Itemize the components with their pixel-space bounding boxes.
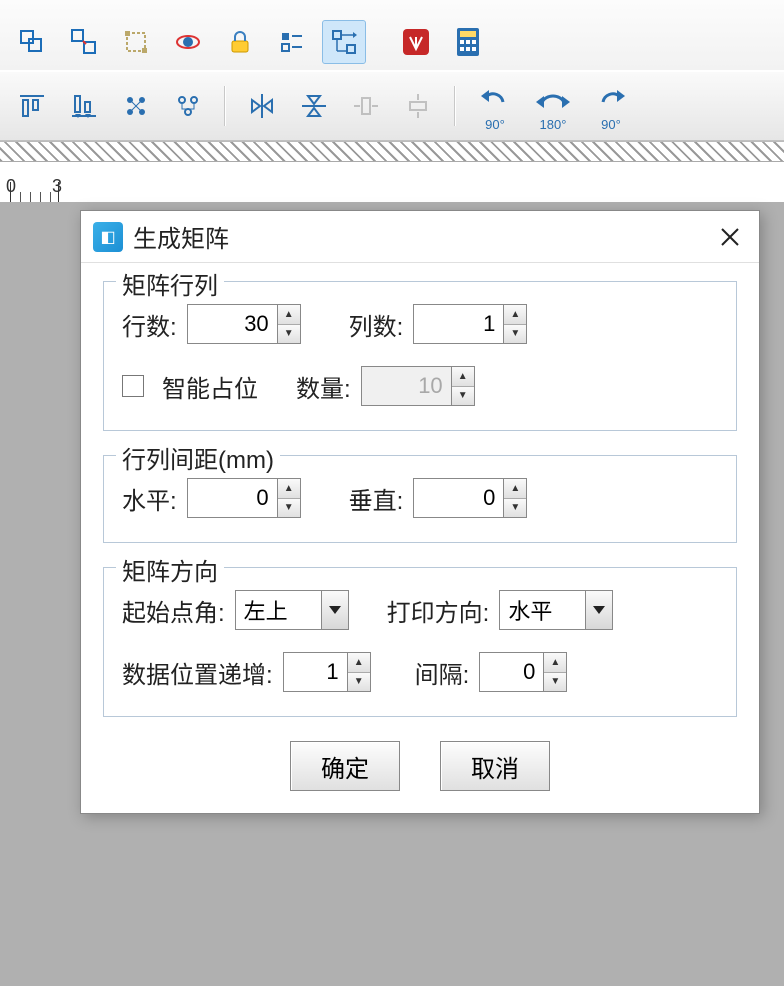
mirror-h-icon[interactable] <box>240 84 284 128</box>
lock-icon[interactable] <box>218 20 262 64</box>
rotate-left-90-label: 90° <box>470 117 520 132</box>
matrix-rowcol-legend: 矩阵行列 <box>116 266 224 301</box>
ruler-strip: 0 3 <box>0 141 784 201</box>
incr-label: 数据位置递增: <box>122 655 273 690</box>
ok-button[interactable]: 确定 <box>290 741 400 791</box>
qty-down: ▼ <box>452 387 474 406</box>
dialog-button-row: 确定 取消 <box>103 741 737 791</box>
rows-up[interactable]: ▲ <box>278 305 300 325</box>
align-top-icon[interactable] <box>10 84 54 128</box>
transform-icon[interactable] <box>114 20 158 64</box>
direction-section: 矩阵方向 起始点角: 打印方向: 数据位置递增: ▲▼ <box>103 567 737 717</box>
rotate-180-label: 180° <box>528 117 578 132</box>
qty-up: ▲ <box>452 367 474 387</box>
dialog-titlebar: ◧ 生成矩阵 <box>81 211 759 263</box>
toolbar-row-1 <box>0 0 784 70</box>
align-bottom-icon[interactable] <box>62 84 106 128</box>
close-icon <box>720 227 740 247</box>
hspace-spinner[interactable]: ▲▼ <box>187 478 301 518</box>
mirror-v-icon[interactable] <box>292 84 336 128</box>
direction-legend: 矩阵方向 <box>116 552 224 587</box>
start-corner-input[interactable] <box>235 590 321 630</box>
fit-width-icon[interactable] <box>344 84 388 128</box>
hspace-down[interactable]: ▼ <box>278 499 300 518</box>
qty-label: 数量: <box>296 369 351 404</box>
cols-up[interactable]: ▲ <box>504 305 526 325</box>
smart-checkbox[interactable] <box>122 375 144 397</box>
generate-matrix-dialog: ◧ 生成矩阵 矩阵行列 行数: ▲▼ 列数: ▲▼ <box>80 210 760 814</box>
matrix-rowcol-section: 矩阵行列 行数: ▲▼ 列数: ▲▼ 智能占位 数量: <box>103 281 737 431</box>
spacing-section: 行列间距(mm) 水平: ▲▼ 垂直: ▲▼ <box>103 455 737 543</box>
qty-input <box>361 366 451 406</box>
rows-down[interactable]: ▼ <box>278 325 300 344</box>
list-toggle-icon[interactable] <box>270 20 314 64</box>
rotate-right-90-label: 90° <box>586 117 636 132</box>
print-dir-label: 打印方向: <box>387 593 490 628</box>
incr-up[interactable]: ▲ <box>348 653 370 673</box>
vspace-spinner[interactable]: ▲▼ <box>413 478 527 518</box>
incr-down[interactable]: ▼ <box>348 673 370 692</box>
hspace-input[interactable] <box>187 478 277 518</box>
print-dir-combo[interactable] <box>499 590 613 630</box>
group-icon[interactable] <box>10 20 54 64</box>
vspace-label: 垂直: <box>349 481 404 516</box>
hspace-label: 水平: <box>122 481 177 516</box>
toolbar-separator <box>224 86 226 126</box>
dialog-title-icon: ◧ <box>93 222 123 252</box>
qty-spinner: ▲▼ <box>361 366 475 406</box>
dialog-title: 生成矩阵 <box>133 219 713 254</box>
rotate-left-90-icon[interactable]: 90° <box>470 84 520 128</box>
rotate-3d-icon[interactable] <box>166 20 210 64</box>
gap-label: 间隔: <box>415 655 470 690</box>
print-dir-drop[interactable] <box>585 590 613 630</box>
cancel-button[interactable]: 取消 <box>440 741 550 791</box>
start-corner-combo[interactable] <box>235 590 349 630</box>
start-corner-label: 起始点角: <box>122 593 225 628</box>
start-corner-drop[interactable] <box>321 590 349 630</box>
pdf-icon[interactable] <box>394 20 438 64</box>
cols-spinner[interactable]: ▲▼ <box>413 304 527 344</box>
calculator-icon[interactable] <box>446 20 490 64</box>
cols-down[interactable]: ▼ <box>504 325 526 344</box>
close-button[interactable] <box>713 220 747 254</box>
distribute-h-icon[interactable] <box>114 84 158 128</box>
vspace-up[interactable]: ▲ <box>504 479 526 499</box>
toolbar-separator-2 <box>454 86 456 126</box>
spacing-legend: 行列间距(mm) <box>116 440 280 475</box>
rows-label: 行数: <box>122 307 177 342</box>
hspace-up[interactable]: ▲ <box>278 479 300 499</box>
cols-label: 列数: <box>349 307 404 342</box>
flow-icon[interactable] <box>322 20 366 64</box>
chevron-down-icon <box>329 606 341 614</box>
fit-height-icon[interactable] <box>396 84 440 128</box>
vspace-input[interactable] <box>413 478 503 518</box>
rotate-right-90-icon[interactable]: 90° <box>586 84 636 128</box>
print-dir-input[interactable] <box>499 590 585 630</box>
gap-down[interactable]: ▼ <box>544 673 566 692</box>
gap-spinner[interactable]: ▲▼ <box>479 652 567 692</box>
toolbar-row-2: 90° 180° 90° <box>0 70 784 140</box>
distribute-v-icon[interactable] <box>166 84 210 128</box>
vspace-down[interactable]: ▼ <box>504 499 526 518</box>
gap-up[interactable]: ▲ <box>544 653 566 673</box>
rotate-180-icon[interactable]: 180° <box>528 84 578 128</box>
incr-input[interactable] <box>283 652 347 692</box>
ungroup-icon[interactable] <box>62 20 106 64</box>
chevron-down-icon <box>593 606 605 614</box>
cols-input[interactable] <box>413 304 503 344</box>
rows-spinner[interactable]: ▲▼ <box>187 304 301 344</box>
incr-spinner[interactable]: ▲▼ <box>283 652 371 692</box>
rows-input[interactable] <box>187 304 277 344</box>
gap-input[interactable] <box>479 652 543 692</box>
main-toolbar-area: 90° 180° 90° <box>0 0 784 141</box>
smart-label: 智能占位 <box>162 369 258 404</box>
